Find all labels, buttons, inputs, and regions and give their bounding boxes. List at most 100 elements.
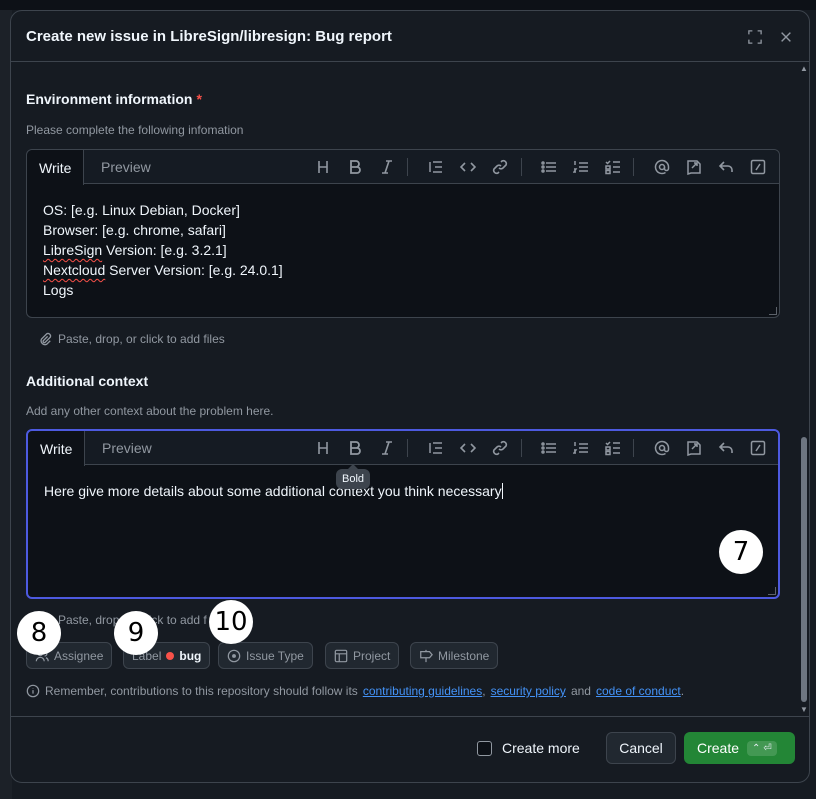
italic-icon[interactable] [376, 157, 398, 177]
link-icon[interactable] [489, 157, 511, 177]
create-button[interactable]: Create ⌃ ⏎ [684, 732, 795, 764]
quote-icon[interactable] [425, 157, 447, 177]
marker-9: 9 [114, 611, 158, 655]
resize-handle[interactable] [768, 587, 776, 595]
context-textarea[interactable]: Here give more details about some additi… [28, 465, 778, 517]
paperclip-icon [40, 332, 52, 346]
slash-command-icon[interactable] [747, 157, 769, 177]
misspelled-word: LibreSign [43, 242, 103, 258]
slash-command-icon[interactable] [747, 438, 769, 458]
project-button[interactable]: Project [325, 642, 400, 669]
context-editor-toolbar: Write Preview [28, 431, 778, 466]
scroll-up-arrow[interactable]: ▲ [800, 65, 808, 73]
note-prefix: Remember, contributions to this reposito… [45, 684, 358, 698]
reference-icon[interactable] [683, 157, 705, 177]
info-icon [26, 684, 40, 698]
dialog-scrollbar[interactable]: ▲ ▼ [799, 62, 809, 717]
mention-icon[interactable] [651, 157, 673, 177]
keyboard-shortcut-hint: ⌃ ⏎ [747, 740, 777, 756]
dialog-title: Create new issue in LibreSign/libresign:… [26, 27, 392, 45]
toolbar-divider [633, 439, 634, 457]
code-icon[interactable] [457, 438, 479, 458]
create-label: Create [697, 740, 740, 756]
env-field-label: Environment information * [26, 91, 202, 107]
env-line-browser: Browser: [e.g. chrome, safari] [43, 222, 226, 238]
env-line-os: OS: [e.g. Linux Debian, Docker] [43, 202, 240, 218]
bulleted-list-icon[interactable] [538, 157, 560, 177]
env-line-libresign-rest: Version: [e.g. 3.2.1] [102, 242, 227, 258]
code-icon[interactable] [457, 157, 479, 177]
bulleted-list-icon[interactable] [538, 438, 560, 458]
tab-preview[interactable]: Preview [90, 431, 164, 465]
code-of-conduct-link[interactable]: code of conduct [596, 684, 681, 698]
heading-icon[interactable] [312, 438, 334, 458]
env-line-logs: Logs [43, 282, 74, 298]
misspelled-word: Nextcloud [43, 262, 106, 278]
background-top [0, 0, 816, 10]
env-field-hint: Please complete the following infomation [26, 123, 244, 137]
env-textarea[interactable]: OS: [e.g. Linux Debian, Docker] Browser:… [27, 184, 779, 316]
reference-icon[interactable] [683, 438, 705, 458]
env-attach-files[interactable]: Paste, drop, or click to add files [38, 332, 225, 346]
toolbar-divider [633, 158, 634, 176]
bold-icon[interactable] [344, 157, 366, 177]
italic-icon[interactable] [376, 438, 398, 458]
required-mark: * [196, 91, 202, 107]
toolbar-divider [521, 158, 522, 176]
issue-type-button[interactable]: Issue Type [218, 642, 313, 669]
context-editor: Write Preview Here give more details abo… [26, 429, 780, 599]
note-sep1: , [482, 684, 486, 698]
resize-handle[interactable] [769, 307, 777, 315]
tab-write[interactable]: Write [27, 150, 85, 185]
assignee-label: Assignee [54, 648, 104, 663]
context-field-label: Additional context [26, 373, 149, 389]
numbered-list-icon[interactable] [570, 438, 592, 458]
create-more-checkbox[interactable]: Create more [477, 740, 580, 756]
numbered-list-icon[interactable] [570, 157, 592, 177]
link-icon[interactable] [489, 438, 511, 458]
env-editor: Write Preview OS: [e.g. Linux Debian, Do… [26, 149, 780, 318]
context-field-hint: Add any other context about the problem … [26, 404, 274, 418]
milestone-label: Milestone [438, 648, 490, 663]
mention-icon[interactable] [651, 438, 673, 458]
tab-write[interactable]: Write [28, 431, 86, 466]
bold-icon[interactable] [344, 438, 366, 458]
env-line-nextcloud: Nextcloud Server Version: [e.g. 24.0.1] [43, 262, 283, 278]
issue-type-label: Issue Type [246, 648, 304, 663]
marker-10: 10 [209, 600, 253, 644]
dialog-header: Create new issue in LibreSign/libresign:… [11, 11, 809, 62]
scroll-thumb[interactable] [801, 437, 807, 702]
bold-tooltip: Bold [336, 464, 371, 489]
quote-icon[interactable] [425, 438, 447, 458]
undo-icon[interactable] [715, 157, 737, 177]
task-list-icon[interactable] [602, 157, 624, 177]
dialog-footer: Create more Cancel Create ⌃ ⏎ [11, 716, 809, 782]
note-sep2: and [570, 684, 591, 698]
toolbar-divider [521, 439, 522, 457]
scroll-down-arrow[interactable]: ▼ [800, 706, 808, 714]
env-line-nextcloud-rest: Server Version: [e.g. 24.0.1] [105, 262, 283, 278]
create-issue-dialog: Create new issue in LibreSign/libresign:… [10, 10, 810, 783]
heading-icon[interactable] [312, 157, 334, 177]
tab-preview[interactable]: Preview [89, 150, 163, 184]
marker-8: 8 [17, 611, 61, 655]
undo-icon[interactable] [715, 438, 737, 458]
close-icon[interactable] [774, 25, 798, 49]
project-label: Project [353, 648, 391, 663]
context-value: Here give more details about some additi… [44, 483, 502, 499]
security-policy-link[interactable]: security policy [491, 684, 566, 698]
env-editor-toolbar: Write Preview [27, 150, 779, 185]
attach-text: Paste, drop, or click to add files [58, 332, 225, 346]
table-icon [334, 649, 348, 662]
label-value: bug [179, 648, 202, 663]
checkbox-box[interactable] [477, 740, 492, 756]
milestone-button[interactable]: Milestone [410, 642, 499, 669]
fullscreen-icon[interactable] [743, 25, 767, 49]
issue-type-icon [227, 649, 241, 662]
task-list-icon[interactable] [602, 438, 624, 458]
milestone-icon [420, 649, 433, 662]
toolbar-divider [407, 439, 408, 457]
cancel-button[interactable]: Cancel [606, 732, 676, 764]
toolbar-divider [407, 158, 408, 176]
contributing-guidelines-link[interactable]: contributing guidelines [363, 684, 482, 698]
